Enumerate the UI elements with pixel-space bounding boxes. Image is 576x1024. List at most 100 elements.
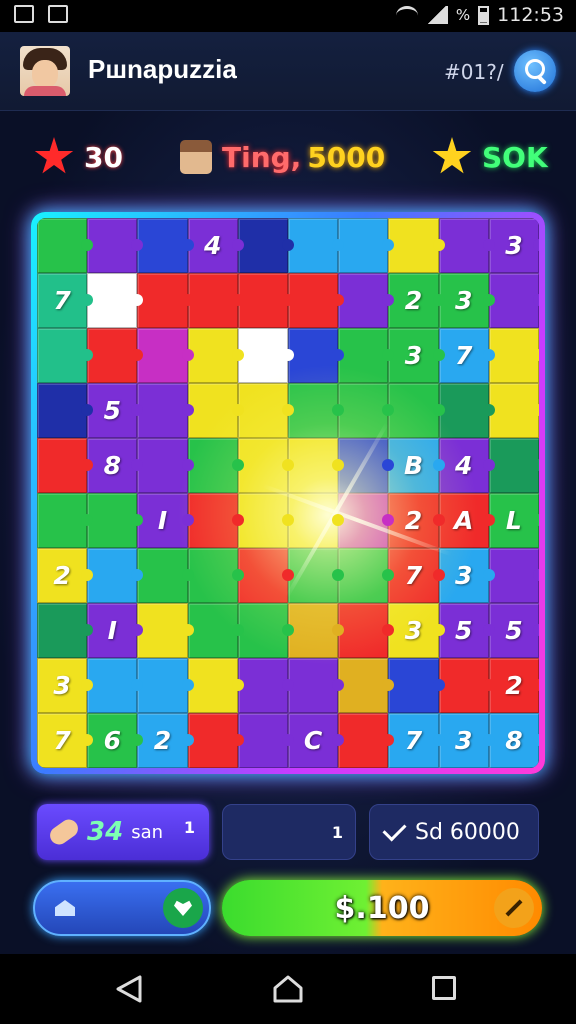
puzzle-tile[interactable]	[187, 548, 245, 603]
puzzle-tile[interactable]: 7	[438, 328, 496, 383]
puzzle-tile[interactable]: 3	[388, 603, 445, 658]
puzzle-tile[interactable]	[338, 438, 395, 493]
puzzle-tile[interactable]: 8	[488, 713, 539, 768]
puzzle-tile[interactable]	[338, 658, 395, 713]
puzzle-tile[interactable]: 3	[438, 273, 496, 328]
puzzle-tile[interactable]	[488, 438, 539, 493]
puzzle-tile[interactable]	[438, 658, 496, 713]
puzzle-tile[interactable]	[237, 218, 295, 273]
puzzle-tile[interactable]	[87, 218, 144, 273]
puzzle-tile[interactable]	[187, 603, 245, 658]
puzzle-tile[interactable]	[87, 548, 144, 603]
puzzle-tile[interactable]	[37, 493, 94, 548]
puzzle-tile[interactable]	[187, 273, 245, 328]
home-button[interactable]	[33, 880, 211, 936]
puzzle-tile[interactable]	[237, 328, 295, 383]
avatar[interactable]	[20, 46, 70, 96]
puzzle-tile[interactable]: 4	[187, 218, 245, 273]
puzzle-tile[interactable]	[137, 218, 194, 273]
puzzle-tile[interactable]: 2	[388, 273, 445, 328]
puzzle-tile[interactable]: 2	[137, 713, 194, 768]
score-button[interactable]: $.100	[222, 880, 542, 936]
puzzle-tile[interactable]	[488, 328, 539, 383]
puzzle-tile[interactable]	[237, 658, 295, 713]
puzzle-tile[interactable]	[87, 328, 144, 383]
hint-button[interactable]: 34 san 1	[37, 804, 209, 860]
recent-apps-icon[interactable]	[432, 976, 456, 1000]
puzzle-tile[interactable]	[237, 273, 295, 328]
puzzle-tile[interactable]: 7	[388, 548, 445, 603]
search-button[interactable]	[514, 50, 556, 92]
puzzle-tile[interactable]: 3	[438, 548, 496, 603]
puzzle-tile[interactable]	[288, 383, 345, 438]
puzzle-tile[interactable]	[488, 548, 539, 603]
back-icon[interactable]	[114, 974, 144, 1004]
puzzle-tile[interactable]: 8	[87, 438, 144, 493]
puzzle-tile[interactable]: 5	[87, 383, 144, 438]
puzzle-tile[interactable]	[137, 658, 194, 713]
puzzle-tile[interactable]: 3	[488, 218, 539, 273]
puzzle-tile[interactable]: C	[288, 713, 345, 768]
heart-badge[interactable]	[163, 888, 203, 928]
puzzle-tile[interactable]: 4	[438, 438, 496, 493]
puzzle-tile[interactable]: 2	[37, 548, 94, 603]
puzzle-tile[interactable]	[288, 603, 345, 658]
puzzle-tile[interactable]	[87, 658, 144, 713]
puzzle-tile[interactable]	[187, 438, 245, 493]
puzzle-tile[interactable]: 3	[37, 658, 94, 713]
puzzle-tile[interactable]	[37, 383, 94, 438]
puzzle-tile[interactable]	[237, 493, 295, 548]
puzzle-tile[interactable]	[237, 548, 295, 603]
puzzle-tile[interactable]	[37, 603, 94, 658]
puzzle-tile[interactable]	[137, 273, 194, 328]
puzzle-tile[interactable]: 7	[388, 713, 445, 768]
puzzle-tile[interactable]	[488, 383, 539, 438]
home-nav-icon[interactable]	[272, 974, 304, 1004]
puzzle-tile[interactable]	[438, 218, 496, 273]
puzzle-tile[interactable]	[37, 328, 94, 383]
puzzle-tile[interactable]	[87, 273, 144, 328]
puzzle-tile[interactable]	[388, 658, 445, 713]
sd-button[interactable]: Sd 60000	[369, 804, 539, 860]
puzzle-tile[interactable]: 6	[87, 713, 144, 768]
puzzle-tile[interactable]	[37, 438, 94, 493]
puzzle-tile[interactable]	[388, 218, 445, 273]
puzzle-tile[interactable]	[187, 383, 245, 438]
puzzle-tile[interactable]: 5	[488, 603, 539, 658]
puzzle-tile[interactable]	[288, 493, 345, 548]
puzzle-tile[interactable]: A	[438, 493, 496, 548]
puzzle-tile[interactable]	[338, 713, 395, 768]
puzzle-tile[interactable]: 2	[388, 493, 445, 548]
puzzle-tile[interactable]	[187, 493, 245, 548]
puzzle-tile[interactable]: 7	[37, 713, 94, 768]
puzzle-tile[interactable]	[288, 658, 345, 713]
puzzle-tile[interactable]: 3	[388, 328, 445, 383]
pencil-badge[interactable]	[494, 888, 534, 928]
puzzle-tile[interactable]	[338, 603, 395, 658]
puzzle-tile[interactable]	[87, 493, 144, 548]
puzzle-tile[interactable]	[187, 658, 245, 713]
puzzle-tile[interactable]	[137, 328, 194, 383]
puzzle-tile[interactable]: L	[488, 493, 539, 548]
puzzle-tile[interactable]	[237, 603, 295, 658]
puzzle-tile[interactable]	[338, 218, 395, 273]
puzzle-tile[interactable]: 5	[438, 603, 496, 658]
puzzle-tile[interactable]	[237, 713, 295, 768]
puzzle-tile[interactable]	[288, 328, 345, 383]
puzzle-tile[interactable]: I	[87, 603, 144, 658]
puzzle-tile[interactable]	[288, 438, 345, 493]
puzzle-tile[interactable]	[288, 218, 345, 273]
puzzle-tile[interactable]	[338, 493, 395, 548]
middle-button[interactable]: 1	[222, 804, 356, 860]
puzzle-tile[interactable]	[288, 273, 345, 328]
puzzle-tile[interactable]	[488, 273, 539, 328]
puzzle-tile[interactable]	[37, 218, 94, 273]
puzzle-tile[interactable]	[438, 383, 496, 438]
puzzle-tile[interactable]: I	[137, 493, 194, 548]
puzzle-tile[interactable]: 2	[488, 658, 539, 713]
puzzle-tile[interactable]	[187, 713, 245, 768]
puzzle-tile[interactable]	[338, 273, 395, 328]
puzzle-tile[interactable]: 7	[37, 273, 94, 328]
puzzle-tile[interactable]	[338, 328, 395, 383]
puzzle-tile[interactable]: 3	[438, 713, 496, 768]
